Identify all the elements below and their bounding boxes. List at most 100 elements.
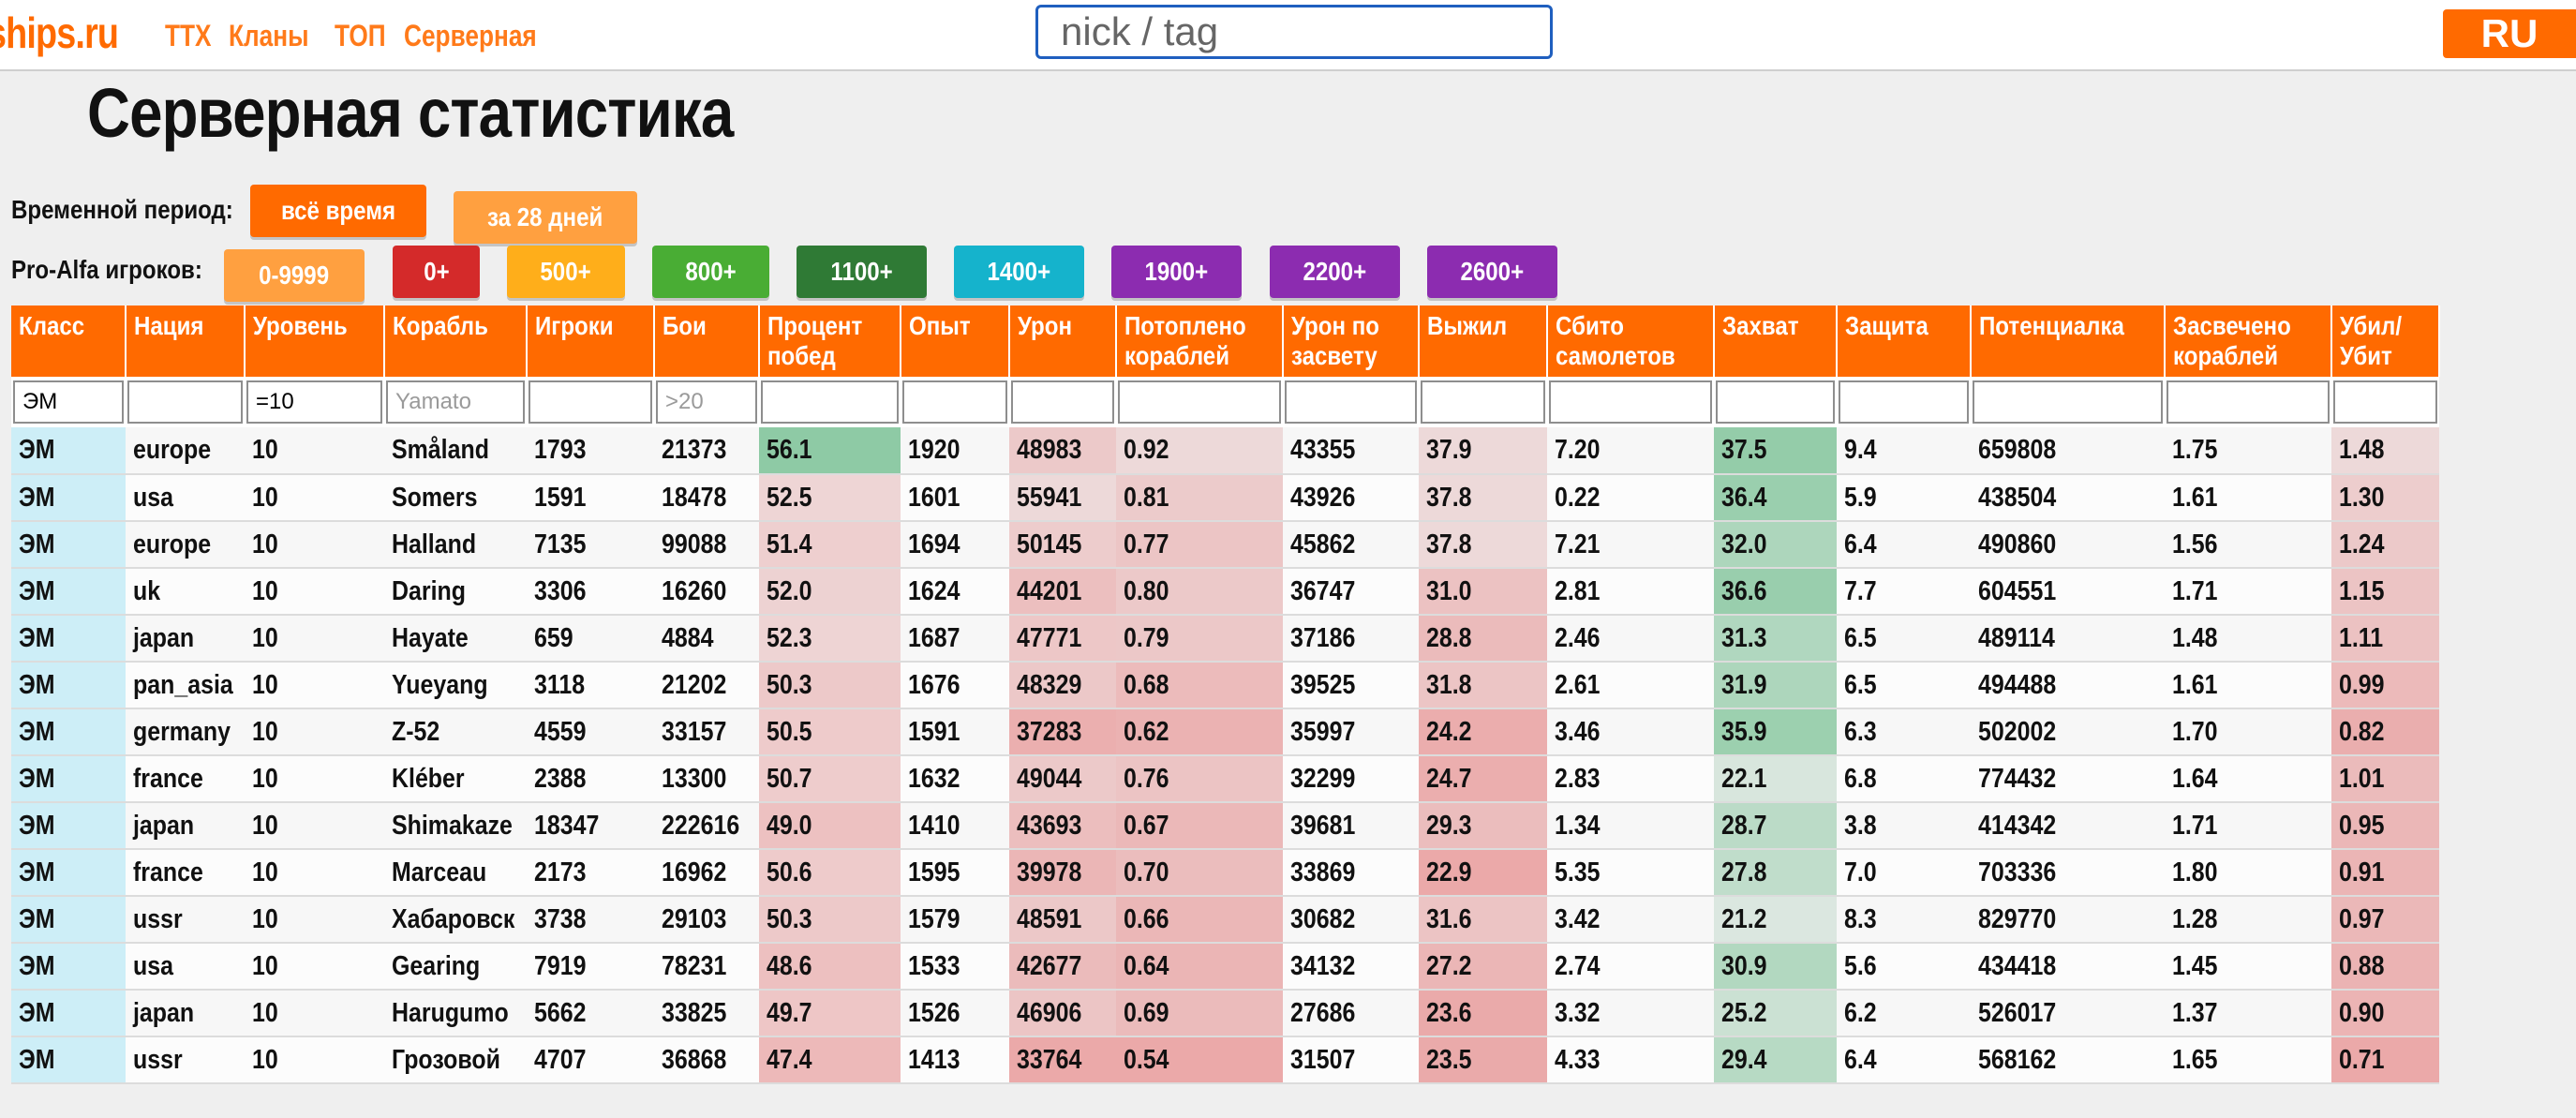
column-header-capture[interactable]: Захват <box>1714 306 1838 377</box>
cell-capture: 37.5 <box>1714 427 1837 475</box>
cell-ships-sunk: 0.77 <box>1116 521 1283 569</box>
nav-clans[interactable]: Кланы <box>229 19 309 53</box>
column-header-planes-shot[interactable]: Сбито самолетов <box>1547 306 1715 377</box>
table-row[interactable]: ЭМ japan 10 Harugumo 5662 33825 49.7 1526 46906 0… <box>11 990 2439 1037</box>
site-logo[interactable]: ships.ru <box>0 7 119 58</box>
table-row[interactable]: ЭМ germany 10 Z-52 4559 33157 50.5 1591 37283 0.6… <box>11 708 2439 756</box>
players-filter-2600-plus[interactable]: 2600+ <box>1427 246 1557 298</box>
players-filter-1100-plus[interactable]: 1100+ <box>797 246 927 298</box>
filter-battles-input[interactable] <box>656 380 757 424</box>
column-header-defense[interactable]: Защита <box>1837 306 1972 377</box>
filter-capture-input[interactable] <box>1716 380 1835 424</box>
players-filter-800-plus[interactable]: 800+ <box>652 246 769 298</box>
players-filter-1400-plus[interactable]: 1400+ <box>954 246 1084 298</box>
filter-survived-input[interactable] <box>1421 380 1545 424</box>
nav-ttx[interactable]: ТТХ <box>165 19 212 53</box>
table-row[interactable]: ЭМ france 10 Marceau 2173 16962 50.6 1595 39978 0… <box>11 849 2439 897</box>
column-header-damage[interactable]: Урон <box>1009 306 1117 377</box>
cell-ship[interactable]: Грозовой <box>384 1036 527 1084</box>
filter-planes-shot-input[interactable] <box>1549 380 1712 424</box>
period-28-days-button[interactable]: за 28 дней <box>454 191 637 244</box>
cell-value: 0.81 <box>1124 482 1169 513</box>
filter-experience-input[interactable] <box>902 380 1007 424</box>
cell-ship[interactable]: Z-52 <box>384 708 527 756</box>
filter-kill-death-input[interactable] <box>2333 380 2437 424</box>
filter-damage-input[interactable] <box>1011 380 1114 424</box>
cell-win-rate: 50.6 <box>759 849 901 897</box>
table-row[interactable]: ЭМ japan 10 Hayate 659 4884 52.3 1687 47771 0.79 3… <box>11 615 2439 663</box>
filter-potential-input[interactable] <box>1973 380 2163 424</box>
players-filter-0-9999[interactable]: 0-9999 <box>224 249 365 302</box>
filter-players-input[interactable] <box>529 380 652 424</box>
cell-ship[interactable]: Kléber <box>384 755 527 803</box>
filter-win-rate-input[interactable] <box>761 380 899 424</box>
table-row[interactable]: ЭМ france 10 Kléber 2388 13300 50.7 1632 49044 0.… <box>11 755 2439 803</box>
cell-class: ЭМ <box>11 1036 126 1084</box>
cell-value: 1.48 <box>2172 622 2218 653</box>
column-header-nation[interactable]: Нация <box>126 306 246 377</box>
cell-planes-shot: 7.21 <box>1547 521 1714 569</box>
search-input[interactable] <box>1035 5 1553 59</box>
cell-value: 24.7 <box>1426 763 1472 794</box>
filter-ships-spotted-input[interactable] <box>2167 380 2330 424</box>
table-row[interactable]: ЭМ pan_asia 10 Yueyang 3118 21202 50.3 1676 4832… <box>11 662 2439 709</box>
filter-nation-input[interactable] <box>127 380 243 424</box>
cell-defense: 9.4 <box>1837 427 1971 475</box>
cell-planes-shot: 2.81 <box>1547 568 1714 616</box>
cell-ship[interactable]: Småland <box>384 427 527 475</box>
cell-kill-death: 1.01 <box>2331 755 2439 803</box>
table-row[interactable]: ЭМ ussr 10 Грозовой 4707 36868 47.4 1413 33764 0.… <box>11 1036 2439 1084</box>
filter-class-input[interactable] <box>13 380 124 424</box>
filter-ships-sunk-input[interactable] <box>1118 380 1281 424</box>
table-row[interactable]: ЭМ europe 10 Halland 7135 99088 51.4 1694 50145 0… <box>11 521 2439 569</box>
cell-value: 4707 <box>534 1044 587 1075</box>
players-filter-0-plus[interactable]: 0+ <box>393 246 480 298</box>
cell-value: 47.4 <box>767 1044 812 1075</box>
cell-value: 438504 <box>1978 482 2057 513</box>
cell-survived: 24.2 <box>1419 708 1547 756</box>
cell-ship[interactable]: Shimakaze <box>384 802 527 850</box>
cell-ship[interactable]: Hayate <box>384 615 527 663</box>
column-header-potential[interactable]: Потенциалка <box>1971 306 2166 377</box>
table-row[interactable]: ЭМ japan 10 Shimakaze 18347 222616 49.0 1410 436… <box>11 802 2439 850</box>
cell-ship[interactable]: Хабаровск <box>384 896 527 944</box>
players-filter-1900-plus[interactable]: 1900+ <box>1111 246 1242 298</box>
filter-tier-input[interactable] <box>246 380 382 424</box>
players-filter-500-plus[interactable]: 500+ <box>507 246 625 298</box>
column-header-ship[interactable]: Корабль <box>384 306 528 377</box>
column-header-spotting-damage[interactable]: Урон по засвету <box>1283 306 1420 377</box>
column-header-kill-death[interactable]: Убил/ Убит <box>2331 306 2440 377</box>
cell-ship[interactable]: Yueyang <box>384 662 527 709</box>
language-button[interactable]: RU <box>2443 9 2576 58</box>
column-header-win-rate[interactable]: Процент побед <box>759 306 901 377</box>
column-header-survived[interactable]: Выжил <box>1419 306 1548 377</box>
period-all-time-button[interactable]: всё время <box>250 185 426 237</box>
filter-ship-input[interactable] <box>386 380 525 424</box>
column-header-tier[interactable]: Уровень <box>245 306 385 377</box>
column-header-ships-spotted[interactable]: Засвечено кораблей <box>2165 306 2332 377</box>
cell-ship[interactable]: Harugumo <box>384 990 527 1037</box>
column-header-experience[interactable]: Опыт <box>901 306 1010 377</box>
nav-top[interactable]: ТОП <box>335 19 386 53</box>
table-row[interactable]: ЭМ usa 10 Gearing 7919 78231 48.6 1533 42677 0.64… <box>11 943 2439 991</box>
table-row[interactable]: ЭМ europe 10 Småland 1793 21373 56.1 1920 48983 0… <box>11 427 2439 475</box>
cell-ship[interactable]: Gearing <box>384 943 527 991</box>
cell-ship[interactable]: Halland <box>384 521 527 569</box>
cell-experience: 1595 <box>901 849 1009 897</box>
cell-value: 10 <box>252 435 278 465</box>
filter-defense-input[interactable] <box>1839 380 1969 424</box>
table-row[interactable]: ЭМ uk 10 Daring 3306 16260 52.0 1624 44201 0.80 36… <box>11 568 2439 616</box>
cell-ship[interactable]: Daring <box>384 568 527 616</box>
players-filter-2200-plus[interactable]: 2200+ <box>1270 246 1400 298</box>
filter-spotting-damage-input[interactable] <box>1285 380 1417 424</box>
cell-value: ЭМ <box>19 575 55 606</box>
column-header-class[interactable]: Класс <box>11 306 127 377</box>
column-header-ships-sunk[interactable]: Потоплено кораблей <box>1116 306 1284 377</box>
cell-ship[interactable]: Marceau <box>384 849 527 897</box>
column-header-battles[interactable]: Бои <box>654 306 760 377</box>
table-row[interactable]: ЭМ ussr 10 Хабаровск 3738 29103 50.3 1579 48591 0… <box>11 896 2439 944</box>
column-header-players[interactable]: Игроки <box>527 306 655 377</box>
table-row[interactable]: ЭМ usa 10 Somers 1591 18478 52.5 1601 55941 0.81 4… <box>11 474 2439 522</box>
nav-server[interactable]: Серверная <box>404 19 537 53</box>
cell-ship[interactable]: Somers <box>384 474 527 522</box>
